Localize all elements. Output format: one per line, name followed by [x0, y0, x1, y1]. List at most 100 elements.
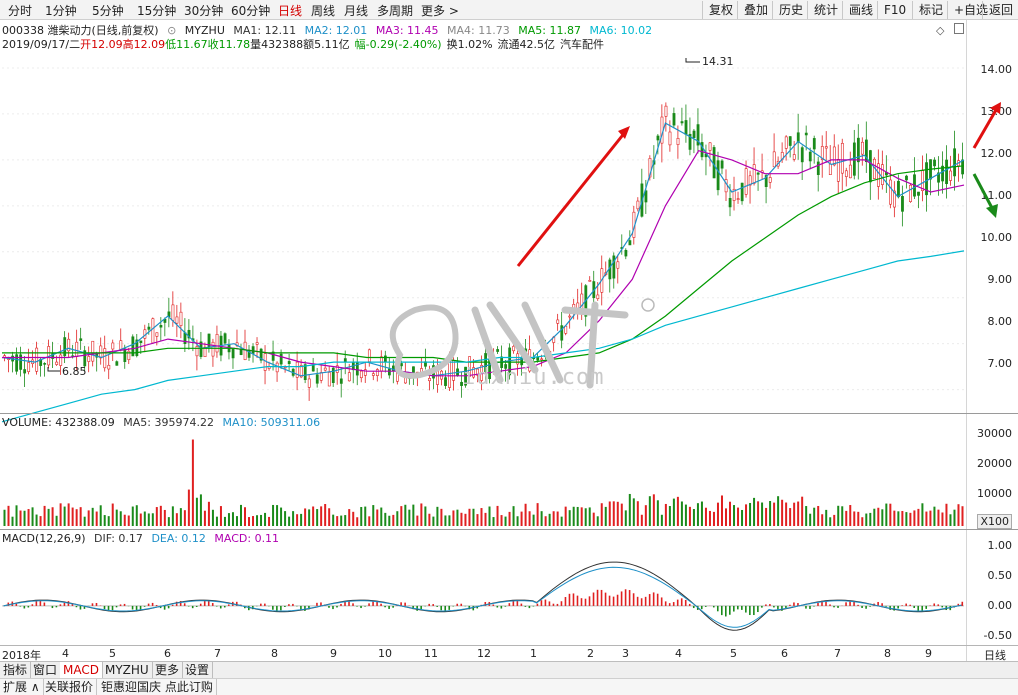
volume-bar [215, 516, 218, 526]
volume-bar [917, 508, 920, 526]
volume-bar [272, 504, 275, 526]
tab-15min[interactable]: 15分钟 [137, 2, 176, 19]
candle-body [772, 151, 776, 168]
related-quotes-button[interactable]: 关联报价 [42, 679, 98, 695]
candle-body [147, 326, 151, 330]
volume-bar [564, 506, 567, 526]
volume-bar [384, 512, 387, 526]
date-tick: 9 [330, 647, 337, 660]
tab-daily[interactable]: 日线 [278, 2, 302, 19]
volume-bar [268, 516, 271, 526]
volume-bar [708, 510, 711, 526]
tab-multi-period[interactable]: 多周期 [377, 2, 413, 19]
volume-bar [19, 510, 22, 526]
volume-bar [480, 508, 483, 526]
macd-bar [195, 605, 198, 607]
date-tick: 12 [477, 647, 491, 660]
macd-bar [917, 605, 919, 611]
expand-button[interactable]: 扩展 ∧ [0, 679, 44, 695]
tab-5min[interactable]: 5分钟 [92, 2, 124, 19]
candle-body [812, 138, 816, 150]
high-price-label: 14.31 [702, 55, 734, 68]
volume-unit: X100 [977, 514, 1012, 529]
candle-body [740, 182, 744, 202]
candle-body [27, 362, 31, 372]
volume-ma5: MA5: 395974.22 [123, 416, 214, 429]
macd-bar [123, 603, 126, 606]
overlay-button[interactable]: 叠加 [737, 1, 768, 19]
tab-1min[interactable]: 1分钟 [45, 2, 77, 19]
draw-button[interactable]: 画线 [842, 1, 873, 19]
candle-body [343, 358, 347, 362]
volume-bar [155, 507, 158, 526]
volume-bar [789, 508, 792, 526]
price-tick-8: 8.00 [987, 315, 1013, 328]
price-tick-10: 10.00 [980, 231, 1013, 244]
macd-bar [356, 605, 358, 607]
volume-bar [500, 515, 503, 526]
candle-body [828, 163, 832, 175]
volume-bar [512, 506, 515, 526]
volume-bar [544, 516, 547, 526]
tab-macd[interactable]: MACD [60, 662, 103, 679]
volume-bar [520, 511, 523, 526]
candle-body [319, 372, 323, 381]
volume-bar [933, 506, 936, 526]
macd-bar [793, 602, 795, 606]
volume-bar [111, 503, 114, 526]
tab-indicators[interactable]: 指标 [0, 662, 32, 679]
macd-bar [380, 603, 382, 606]
volume-bar [785, 502, 788, 526]
candle-body [945, 159, 948, 185]
promo-link[interactable]: 钜惠迎国庆 点此订购 [98, 679, 217, 695]
volume-bar [600, 503, 603, 526]
volume-bar [364, 506, 367, 526]
volume-bar [264, 512, 267, 526]
volume-bar [897, 511, 900, 526]
tab-monthly[interactable]: 月线 [344, 2, 368, 19]
candle-body [664, 105, 668, 117]
macd-bar [933, 603, 936, 606]
candle-body [75, 341, 79, 357]
tab-myzhu[interactable]: MYZHU [102, 662, 153, 679]
candle-body [917, 191, 920, 196]
candle-body [953, 148, 956, 177]
macd-title: MACD(12,26,9) [2, 532, 86, 545]
back-button[interactable]: 返回 [982, 1, 1013, 19]
history-button[interactable]: 历史 [772, 1, 803, 19]
tab-more-indicators[interactable]: 更多 [152, 662, 184, 679]
period-toolbar: 分时 1分钟 5分钟 15分钟 30分钟 60分钟 日线 周线 月线 多周期 更… [0, 0, 1018, 20]
macd-tick-neg05: -0.50 [983, 629, 1012, 642]
macd-bar [103, 605, 106, 610]
volume-bar [833, 514, 836, 526]
date-tick: 3 [622, 647, 629, 660]
macd-bar [833, 605, 835, 608]
macd-bar [845, 602, 847, 606]
mark-button[interactable]: 标记 [912, 1, 943, 19]
candle-body [692, 130, 696, 138]
candle-body [35, 347, 39, 372]
volume-bar [207, 501, 210, 526]
volume-ma10: MA10: 509311.06 [222, 416, 321, 429]
tab-window[interactable]: 窗口 [30, 662, 62, 679]
macd-bar [700, 605, 703, 610]
tab-30min[interactable]: 30分钟 [184, 2, 223, 19]
tab-fenshi[interactable]: 分时 [8, 2, 32, 19]
adjust-button[interactable]: 复权 [702, 1, 733, 19]
stats-button[interactable]: 统计 [807, 1, 838, 19]
macd-bar [644, 596, 647, 606]
f10-button[interactable]: F10 [877, 1, 906, 19]
watermark-text: idxniu.com [462, 365, 605, 390]
candle-body [784, 136, 788, 149]
volume-bar [801, 496, 804, 526]
date-tick: 9 [925, 647, 932, 660]
volume-bar [488, 506, 491, 526]
tab-more[interactable]: 更多 > [421, 2, 459, 19]
tab-settings[interactable]: 设置 [182, 662, 214, 679]
volume-bar [452, 510, 455, 526]
volume-bar [720, 495, 723, 526]
candle-body [307, 378, 311, 388]
tab-weekly[interactable]: 周线 [311, 2, 335, 19]
tab-60min[interactable]: 60分钟 [231, 2, 270, 19]
volume-bar [913, 510, 916, 526]
